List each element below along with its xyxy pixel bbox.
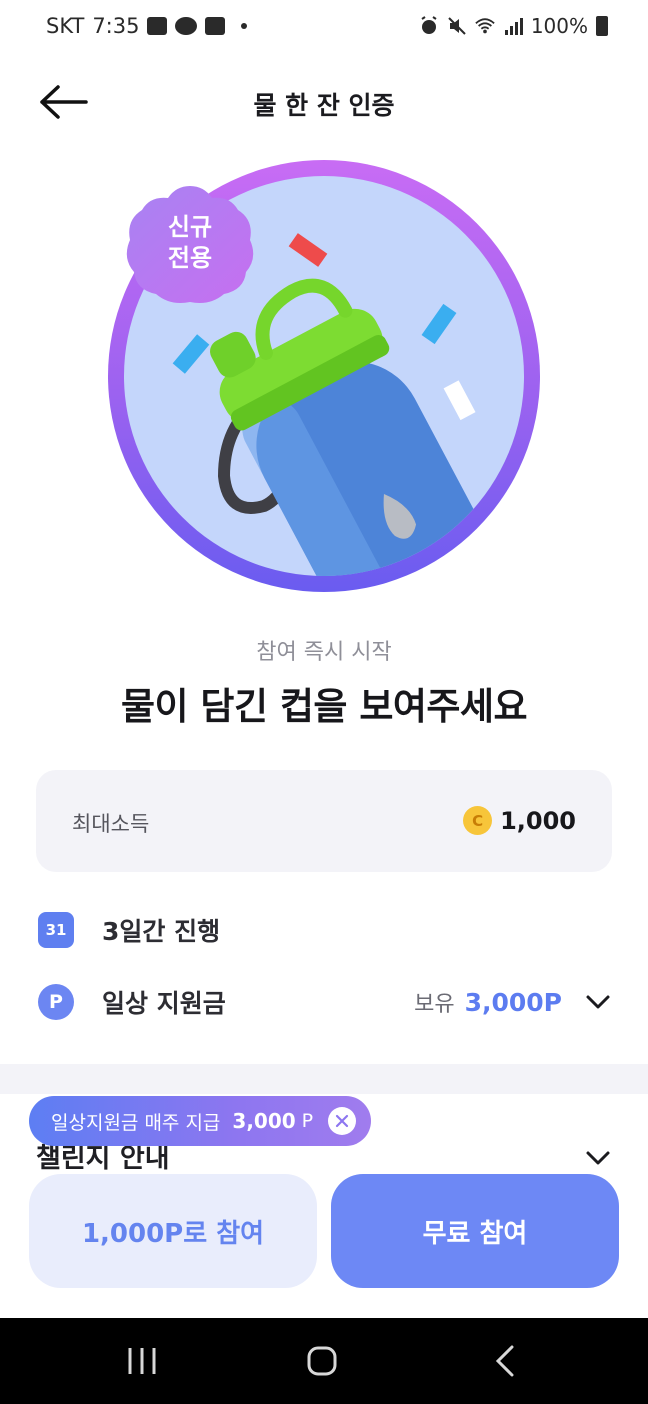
- new-user-badge: 신규 전용: [120, 180, 260, 310]
- mute-icon: [448, 17, 466, 35]
- join-with-points-button[interactable]: 1,000P로 참여: [29, 1174, 317, 1288]
- mail-icon: [205, 17, 226, 35]
- image-icon: [147, 17, 168, 35]
- hold-label: 보유: [414, 992, 455, 1017]
- challenge-title: 물이 담긴 컵을 보여주세요: [120, 685, 528, 728]
- page-title: 물 한 잔 인증: [253, 91, 395, 120]
- tooltip-amount: 3,000: [232, 1109, 296, 1133]
- duration-text: 3일간 진행: [102, 917, 221, 946]
- signal-icon: [504, 18, 523, 35]
- battery-icon: [596, 16, 608, 36]
- more-notifications-icon: [241, 23, 248, 29]
- calendar-icon: 31: [38, 912, 74, 948]
- free-join-button[interactable]: 무료 참여: [331, 1174, 619, 1288]
- carrier-label: SKT: [46, 14, 85, 38]
- recent-apps-icon[interactable]: [122, 1344, 162, 1378]
- talk-icon: [175, 17, 198, 35]
- coin-icon: C: [463, 806, 493, 835]
- clock: 7:35: [92, 14, 140, 38]
- support-label: 일상 지원금: [102, 989, 226, 1018]
- duration-row: 31 3일간 진행: [38, 908, 612, 952]
- max-income-label: 최대소득: [72, 812, 150, 836]
- badge-line-1: 신규: [167, 213, 213, 241]
- points-icon: P: [38, 984, 74, 1020]
- close-icon: [335, 1114, 349, 1128]
- max-income-value-group: C 1,000: [463, 806, 576, 835]
- tooltip-unit: P: [301, 1110, 314, 1132]
- status-bar: SKT 7:35 100%: [0, 0, 648, 58]
- weekly-support-tooltip: 일상지원금 매주 지급 3,000 P: [29, 1096, 371, 1146]
- tooltip-text: 일상지원금 매주 지급: [51, 1111, 221, 1134]
- max-income-card: 최대소득 C 1,000: [36, 770, 612, 872]
- chevron-down-icon[interactable]: [584, 988, 612, 1016]
- max-income-value: 1,000: [500, 806, 576, 835]
- support-row[interactable]: P 일상 지원금 보유 3,000P: [38, 980, 612, 1024]
- wifi-icon: [475, 18, 495, 34]
- challenge-subtitle: 참여 즉시 시작: [256, 640, 392, 665]
- status-right: 100%: [419, 14, 608, 38]
- section-divider: [0, 1064, 648, 1094]
- battery-percent: 100%: [530, 14, 588, 38]
- hold-value: 3,000P: [464, 987, 562, 1017]
- status-left: SKT 7:35: [46, 14, 248, 38]
- system-nav-bar: [0, 1318, 648, 1404]
- badge-text: 신규 전용: [120, 212, 260, 274]
- chevron-down-icon[interactable]: [584, 1144, 612, 1172]
- support-right: 보유 3,000P: [414, 986, 612, 1018]
- home-icon[interactable]: [302, 1344, 342, 1378]
- badge-line-2: 전용: [167, 244, 213, 272]
- app-header: 물 한 잔 인증: [0, 70, 648, 134]
- back-nav-icon[interactable]: [486, 1344, 526, 1378]
- alarm-icon: [421, 16, 437, 34]
- close-button[interactable]: [328, 1107, 356, 1135]
